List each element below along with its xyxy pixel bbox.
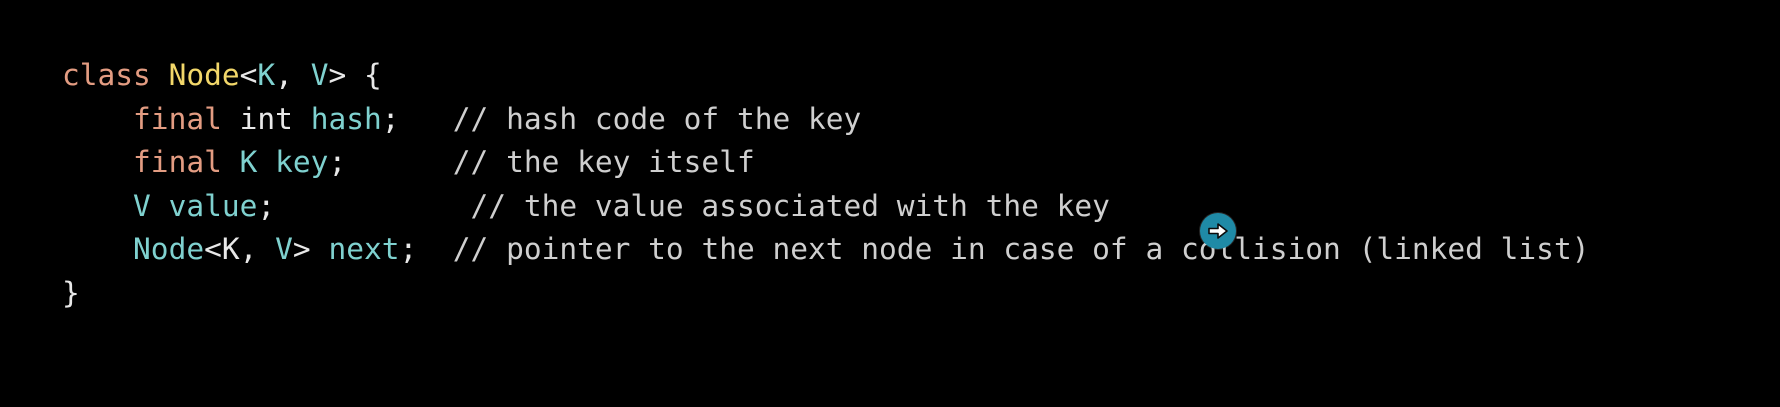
semicolon: ;: [399, 232, 453, 266]
comment-next: // pointer to the next node in case of a…: [452, 232, 1590, 266]
semicolon: ;: [381, 101, 453, 136]
semicolon: ;: [328, 145, 453, 179]
type-node: Node: [133, 232, 205, 266]
type-param-k: K: [257, 58, 276, 92]
code-line-next-field: Node<K, V> next; // pointer to the next …: [62, 228, 1589, 272]
angle-bracket-open: <: [204, 232, 222, 266]
keyword-final: final: [133, 145, 222, 179]
field-key: key: [275, 145, 329, 179]
class-name-node: Node: [168, 58, 240, 92]
keyword-class: class: [62, 58, 151, 92]
code-line-close: }: [62, 272, 1589, 316]
type-param-v: V: [275, 232, 293, 266]
comment-hash: // hash code of the key: [452, 101, 862, 136]
code-line-value-field: V value; // the value associated with th…: [62, 185, 1589, 229]
comment-value: // the value associated with the key: [470, 188, 1110, 223]
field-value: value: [168, 188, 258, 223]
comment-key: // the key itself: [452, 145, 755, 179]
arrow-right-icon: [1208, 223, 1228, 239]
close-brace: }: [62, 275, 80, 310]
keyword-final: final: [133, 101, 222, 136]
field-hash: hash: [310, 101, 382, 136]
type-v: V: [133, 188, 151, 223]
code-line-key-field: final K key; // the key itself: [62, 141, 1589, 185]
open-brace: > {: [328, 58, 382, 92]
angle-bracket-close: >: [292, 232, 329, 266]
comma: ,: [275, 58, 311, 92]
type-int: int: [239, 101, 293, 136]
semicolon: ;: [257, 188, 471, 223]
type-k: K: [239, 145, 258, 179]
angle-bracket-open: <: [239, 58, 258, 92]
code-line-hash-field: final int hash; // hash code of the key: [62, 98, 1589, 142]
field-next: next: [328, 232, 400, 266]
code-line-class-declaration: class Node<K, V> {: [62, 54, 1589, 98]
code-block: class Node<K, V> { final int hash; // ha…: [62, 54, 1589, 315]
comma: ,: [239, 232, 276, 266]
mouse-cursor: [1200, 213, 1236, 249]
type-param-k: K: [221, 232, 240, 266]
type-param-v: V: [310, 58, 329, 92]
